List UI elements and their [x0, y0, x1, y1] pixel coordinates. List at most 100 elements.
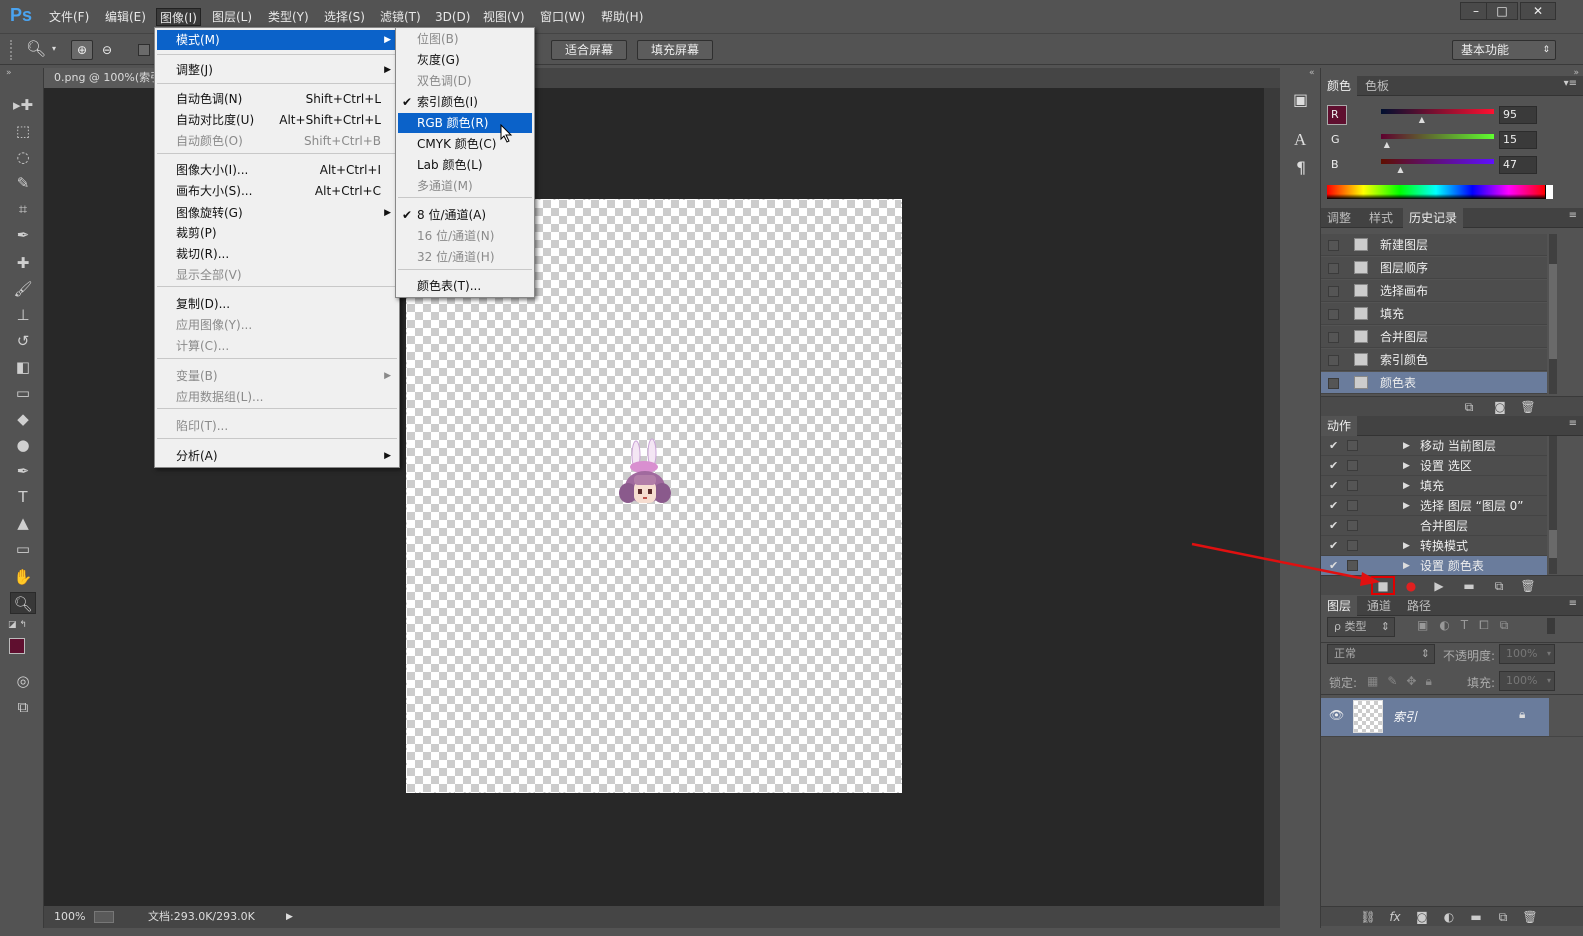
stamp-tool-icon[interactable]: ⊥ — [10, 304, 36, 326]
tab-adjustments[interactable]: 调整 — [1321, 208, 1357, 228]
close-button[interactable]: ✕ — [1520, 2, 1556, 20]
zoom-tool-icon[interactable]: 🔍︎ — [26, 39, 46, 58]
image-menu-item[interactable]: 模式(M) ▶ — [157, 30, 397, 50]
mode-menu-item[interactable]: 16 位/通道(N) — [398, 226, 532, 246]
opacity-input[interactable]: 100% ▾ — [1499, 644, 1555, 664]
zoom-out-icon[interactable]: ⊖ — [96, 40, 118, 60]
actions-scrollbar[interactable] — [1549, 436, 1557, 574]
action-item[interactable]: ✔ ▶ 设置 颜色表 — [1321, 556, 1547, 576]
layer-filter-select[interactable]: ρ 类型 ⇕ — [1327, 617, 1395, 637]
color-spectrum-ramp[interactable] — [1327, 185, 1545, 199]
menu-view[interactable]: 视图(V) — [480, 8, 528, 26]
tab-swatches[interactable]: 色板 — [1359, 76, 1395, 96]
workspace-select[interactable]: 基本功能 ⇕ — [1452, 40, 1556, 60]
b-slider[interactable] — [1381, 159, 1494, 164]
image-menu-item[interactable]: 应用图像(Y)... — [157, 315, 397, 335]
status-preview-icon[interactable] — [94, 911, 114, 923]
new-document-from-state-icon[interactable]: ⧉ — [1459, 397, 1479, 417]
image-menu-item[interactable]: 图像旋转(G) ▶ — [157, 203, 397, 223]
dialog-toggle-box[interactable] — [1347, 560, 1358, 571]
dialog-toggle-box[interactable] — [1347, 440, 1358, 451]
record-icon[interactable]: ● — [1401, 576, 1421, 596]
crop-tool-icon[interactable]: ⌗ — [10, 198, 36, 220]
history-toggle-box[interactable] — [1328, 286, 1339, 297]
history-item[interactable]: 新建图层 — [1321, 234, 1547, 256]
expand-triangle-icon[interactable]: ▶ — [1403, 476, 1410, 496]
tab-styles[interactable]: 样式 — [1363, 208, 1399, 228]
black-white-swatch[interactable] — [1545, 185, 1553, 199]
action-item[interactable]: ✔ 合并图层 — [1321, 516, 1547, 536]
g-slider[interactable] — [1381, 134, 1494, 139]
camera-icon[interactable]: ◙ — [1490, 397, 1510, 417]
checkmark-icon[interactable]: ✔ — [1329, 556, 1338, 576]
stop-icon[interactable]: ■ — [1373, 576, 1393, 596]
lasso-tool-icon[interactable]: ◌ — [10, 146, 36, 168]
action-item[interactable]: ✔ ▶ 移动 当前图层 — [1321, 436, 1547, 456]
expand-triangle-icon[interactable]: ▶ — [1403, 536, 1410, 556]
type-tool-icon[interactable]: T — [10, 486, 36, 508]
layer-name[interactable]: 索引 — [1393, 708, 1417, 725]
menu-3d[interactable]: 3D(D) — [432, 8, 473, 26]
history-item[interactable]: 索引颜色 — [1321, 349, 1547, 371]
history-item[interactable]: 颜色表 — [1321, 372, 1547, 394]
blend-mode-select[interactable]: 正常 ⇕ — [1327, 644, 1435, 664]
expand-triangle-icon[interactable]: ▶ — [1403, 556, 1410, 576]
image-menu-item[interactable]: 显示全部(V) — [157, 265, 397, 285]
properties-icon[interactable]: ▣ — [1293, 90, 1308, 109]
b-slider-thumb[interactable]: ▲ — [1397, 165, 1403, 174]
tab-layers[interactable]: 图层 — [1321, 596, 1358, 616]
layer-filter-icons[interactable]: ▣◐T⧠⧉ — [1417, 618, 1519, 633]
checkmark-icon[interactable]: ✔ — [1329, 536, 1338, 556]
r-slider[interactable] — [1381, 109, 1494, 114]
tab-channels[interactable]: 通道 — [1361, 596, 1397, 616]
checkmark-icon[interactable]: ✔ — [1329, 496, 1338, 516]
hand-tool-icon[interactable]: ✋ — [10, 566, 36, 588]
trash-icon[interactable]: 🗑︎ — [1520, 907, 1540, 927]
image-menu-item[interactable]: 自动对比度(U) Alt+Shift+Ctrl+L — [157, 110, 397, 130]
fit-screen-button[interactable]: 适合屏幕 — [551, 40, 627, 60]
image-menu-item[interactable]: 调整(J) ▶ — [157, 60, 397, 80]
menu-type[interactable]: 类型(Y) — [265, 8, 312, 26]
menu-edit[interactable]: 编辑(E) — [102, 8, 149, 26]
history-item[interactable]: 图层顺序 — [1321, 257, 1547, 279]
menu-window[interactable]: 窗口(W) — [537, 8, 588, 26]
history-brush-icon[interactable]: ↺ — [10, 330, 36, 352]
mode-menu-item[interactable]: 多通道(M) — [398, 176, 532, 196]
tab-paths[interactable]: 路径 — [1401, 596, 1437, 616]
g-value[interactable]: 15 — [1499, 131, 1537, 149]
foreground-color-swatch[interactable] — [9, 638, 25, 654]
expand-triangle-icon[interactable]: ▶ — [1403, 436, 1410, 456]
history-toggle-box[interactable] — [1328, 240, 1339, 251]
path-select-icon[interactable]: ▲ — [10, 512, 36, 534]
history-toggle-box[interactable] — [1328, 309, 1339, 320]
history-item[interactable]: 选择画布 — [1321, 280, 1547, 302]
panel-menu-icon[interactable]: ▾≡ — [1564, 78, 1577, 89]
folder-icon[interactable]: ▬ — [1466, 907, 1486, 927]
g-slider-thumb[interactable]: ▲ — [1384, 140, 1390, 149]
checkmark-icon[interactable]: ✔ — [1329, 456, 1338, 476]
image-menu-item[interactable]: 变量(B) ▶ — [157, 366, 397, 386]
dialog-toggle-box[interactable] — [1347, 460, 1358, 471]
r-value[interactable]: 95 — [1499, 106, 1537, 124]
image-menu-item[interactable]: 裁剪(P) — [157, 223, 397, 243]
dialog-toggle-box[interactable] — [1347, 500, 1358, 511]
chevron-down-icon[interactable]: ▾ — [52, 44, 56, 53]
trash-icon[interactable]: 🗑︎ — [1518, 397, 1538, 417]
expand-triangle-icon[interactable]: ▶ — [1403, 456, 1410, 476]
history-toggle-box[interactable] — [1328, 355, 1339, 366]
move-tool-icon[interactable]: ▸✚ — [10, 94, 36, 116]
mode-menu-item[interactable]: 位图(B) — [398, 29, 532, 49]
menu-filter[interactable]: 滤镜(T) — [377, 8, 424, 26]
fx-icon[interactable]: fx — [1385, 907, 1405, 927]
quick-mask-icon[interactable]: ◎ — [10, 670, 36, 692]
character-icon[interactable]: A — [1294, 130, 1306, 150]
image-menu-item[interactable]: 复制(D)... — [157, 294, 397, 314]
panel-menu-icon[interactable]: ≡ — [1569, 418, 1577, 429]
image-menu-item[interactable]: 自动颜色(O) Shift+Ctrl+B — [157, 131, 397, 151]
trash-icon[interactable]: 🗑︎ — [1518, 576, 1538, 596]
history-toggle-box[interactable] — [1328, 378, 1339, 389]
dialog-toggle-box[interactable] — [1347, 480, 1358, 491]
mode-menu-item[interactable]: 灰度(G) — [398, 50, 532, 70]
history-item[interactable]: 填充 — [1321, 303, 1547, 325]
resize-windows-checkbox[interactable] — [138, 44, 150, 56]
